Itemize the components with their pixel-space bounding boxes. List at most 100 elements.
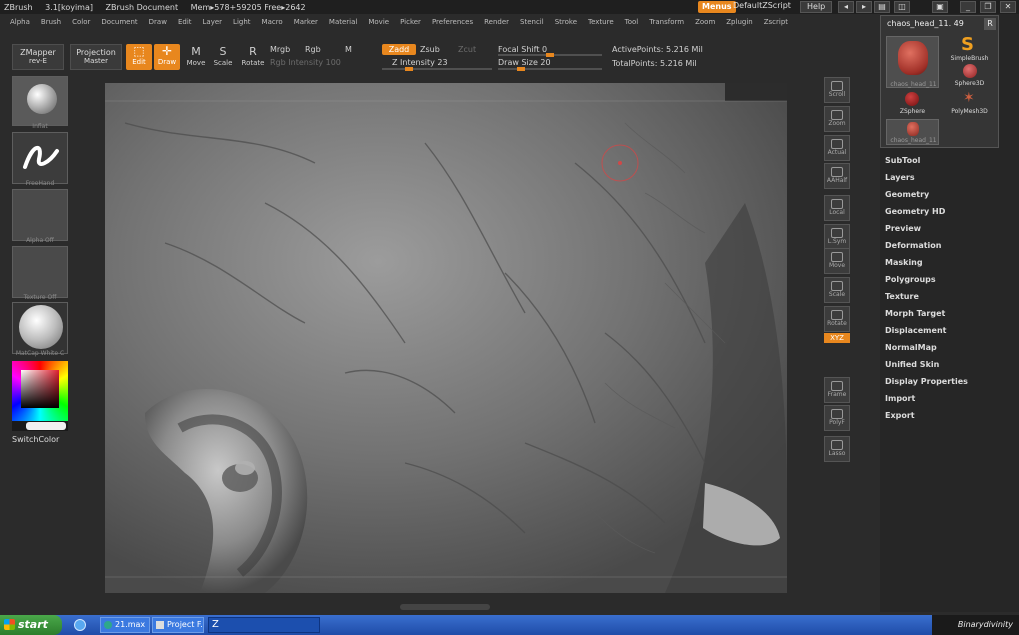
menu-material[interactable]: Material — [329, 18, 357, 26]
shelf-actual-button[interactable] — [824, 135, 850, 161]
palette-geometry[interactable]: Geometry — [885, 190, 929, 199]
menu-stroke[interactable]: Stroke — [555, 18, 577, 26]
menu-edit[interactable]: Edit — [178, 18, 192, 26]
shelf-lsym-button[interactable] — [824, 224, 850, 250]
tool-slot-2[interactable]: Sphere3D — [943, 64, 996, 90]
palette-morph-target[interactable]: Morph Target — [885, 309, 945, 318]
palette-normalmap[interactable]: NormalMap — [885, 343, 937, 352]
start-button[interactable]: start — [0, 615, 62, 635]
ie-quicklaunch-icon[interactable] — [74, 619, 86, 631]
menu-draw[interactable]: Draw — [149, 18, 167, 26]
menu-brush[interactable]: Brush — [41, 18, 61, 26]
rgb-intensity-slider[interactable]: Rgb Intensity 100 — [270, 58, 341, 67]
secondary-color-swatch[interactable] — [12, 421, 68, 431]
menu-picker[interactable]: Picker — [400, 18, 421, 26]
focal-shift-knob[interactable] — [546, 53, 554, 57]
m-button[interactable]: M — [345, 45, 352, 54]
default-zscript-button[interactable]: DefaultZScript — [727, 1, 797, 13]
shelf-lasso-button[interactable] — [824, 436, 850, 462]
menu-color[interactable]: Color — [72, 18, 90, 26]
projection-master-button[interactable]: Projection Master — [70, 44, 122, 70]
layout-icon[interactable]: ▤ — [874, 1, 890, 13]
mrgb-button[interactable]: Mrgb — [270, 45, 290, 54]
palette-displacement[interactable]: Displacement — [885, 326, 946, 335]
menu-zplugin[interactable]: Zplugin — [726, 18, 752, 26]
palette-masking[interactable]: Masking — [885, 258, 923, 267]
texture-selector[interactable] — [12, 246, 68, 298]
color-square[interactable] — [21, 370, 59, 408]
move-button[interactable]: M Move — [184, 45, 208, 71]
z-intensity-knob[interactable] — [405, 67, 413, 71]
tool-slot-5[interactable]: chaos_head_11 — [886, 119, 939, 145]
zcut-button[interactable]: Zcut — [458, 45, 476, 54]
canvas-scroll-handle[interactable] — [400, 604, 490, 610]
palette-export[interactable]: Export — [885, 411, 915, 420]
menu-document[interactable]: Document — [101, 18, 137, 26]
palette-texture[interactable]: Texture — [885, 292, 919, 301]
color-picker[interactable] — [12, 361, 68, 421]
rotate-button[interactable]: R Rotate — [240, 45, 266, 71]
zsub-button[interactable]: Zsub — [420, 45, 440, 54]
draw-size-knob[interactable] — [517, 67, 525, 71]
alpha-selector[interactable] — [12, 189, 68, 241]
menu-render[interactable]: Render — [484, 18, 509, 26]
restore-icon[interactable]: ❐ — [980, 1, 996, 13]
shelf-rotate-button[interactable] — [824, 306, 850, 332]
shelf-move-button[interactable] — [824, 248, 850, 274]
tool-slot-1[interactable]: S SimpleBrush — [943, 36, 996, 63]
z-intensity-slider[interactable] — [382, 67, 492, 71]
close-icon[interactable]: ✕ — [1000, 1, 1016, 13]
shelf-scale-button[interactable] — [824, 277, 850, 303]
taskbar-item-0[interactable]: 21.max — [100, 617, 150, 633]
menu-alpha[interactable]: Alpha — [10, 18, 30, 26]
zadd-button[interactable]: Zadd — [382, 44, 416, 55]
next-icon[interactable]: ▸ — [856, 1, 872, 13]
shelf-zoom-button[interactable] — [824, 106, 850, 132]
menu-movie[interactable]: Movie — [368, 18, 389, 26]
palette-display-properties[interactable]: Display Properties — [885, 377, 968, 386]
focal-shift-slider[interactable] — [498, 53, 602, 57]
palette-import[interactable]: Import — [885, 394, 915, 403]
palette-unified-skin[interactable]: Unified Skin — [885, 360, 939, 369]
tool-slot-4[interactable]: ✶ PolyMesh3D — [943, 90, 996, 118]
menu-light[interactable]: Light — [233, 18, 250, 26]
menu-transform[interactable]: Transform — [649, 18, 684, 26]
shelf-polyf-button[interactable] — [824, 405, 850, 431]
shelf-scroll-button[interactable] — [824, 77, 850, 103]
help-button[interactable]: Help — [800, 1, 833, 13]
menu-zscript[interactable]: Zscript — [764, 18, 788, 26]
palette-geometry-hd[interactable]: Geometry HD — [885, 207, 945, 216]
shelf-frame-button[interactable] — [824, 377, 850, 403]
menu-marker[interactable]: Marker — [294, 18, 318, 26]
menu-stencil[interactable]: Stencil — [520, 18, 544, 26]
edit-button[interactable]: ⬚ Edit — [126, 44, 152, 70]
stroke-selector[interactable] — [12, 132, 68, 184]
draw-button[interactable]: ✛ Draw — [154, 44, 180, 70]
document-canvas[interactable] — [105, 83, 787, 593]
shelf-aahalf-button[interactable] — [824, 163, 850, 189]
material-selector[interactable] — [12, 302, 68, 354]
rgb-button[interactable]: Rgb — [305, 45, 321, 54]
tool-slot-3[interactable]: ZSphere — [886, 92, 939, 118]
primary-color-swatch[interactable] — [26, 422, 66, 430]
taskbar-item-zbrush[interactable]: Z — [208, 617, 320, 633]
menu-macro[interactable]: Macro — [262, 18, 283, 26]
menu-tool[interactable]: Tool — [625, 18, 639, 26]
xyz-button[interactable]: XYZ — [824, 333, 850, 343]
palette-layers[interactable]: Layers — [885, 173, 915, 182]
split-icon[interactable]: ◫ — [894, 1, 910, 13]
menu-preferences[interactable]: Preferences — [432, 18, 473, 26]
tool-slot-0[interactable]: chaos_head_11 — [886, 36, 939, 88]
palette-deformation[interactable]: Deformation — [885, 241, 941, 250]
menu-texture[interactable]: Texture — [588, 18, 614, 26]
menu-zoom[interactable]: Zoom — [695, 18, 715, 26]
lock-icon[interactable]: ▣ — [932, 1, 948, 13]
prev-icon[interactable]: ◂ — [838, 1, 854, 13]
palette-polygroups[interactable]: Polygroups — [885, 275, 936, 284]
shelf-local-button[interactable] — [824, 195, 850, 221]
taskbar-item-1[interactable]: Project F... — [152, 617, 204, 633]
draw-size-slider[interactable] — [498, 67, 602, 71]
palette-subtool[interactable]: SubTool — [885, 156, 920, 165]
scale-button[interactable]: S Scale — [211, 45, 235, 71]
palette-preview[interactable]: Preview — [885, 224, 921, 233]
